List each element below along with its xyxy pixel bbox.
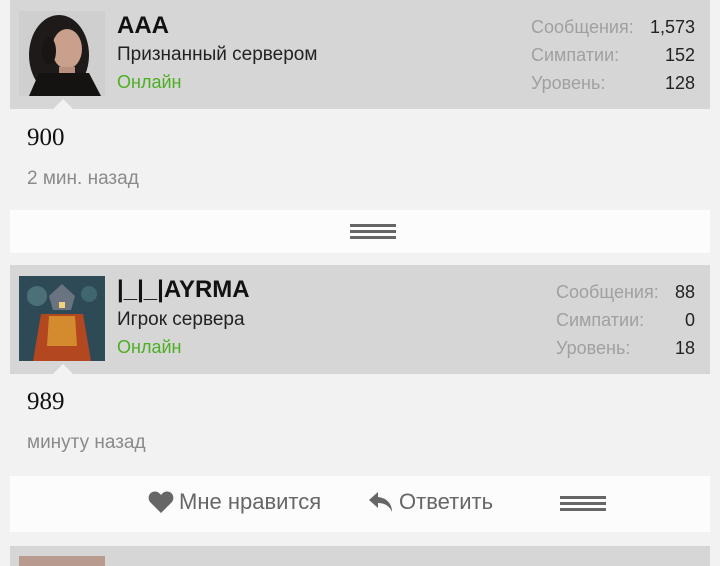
stat-value: 88 — [674, 282, 695, 302]
stat-label: Сообщения: — [556, 282, 659, 302]
stat-label: Симпатии: — [531, 45, 620, 65]
post-2-stats: Сообщения: 88 Симпатии: 0 Уровень: 18 — [556, 278, 695, 362]
like-label: Мне нравится — [179, 489, 322, 514]
post-1-stat-likes: Симпатии: 152 — [531, 41, 695, 69]
post-2-message: 989 — [27, 388, 65, 415]
post-2-username[interactable]: |_|_|AYRMA — [117, 276, 250, 304]
hamburger-menu-icon[interactable] — [560, 496, 606, 512]
post-2-stat-level: Уровень: 18 — [556, 334, 695, 362]
post-1-stats: Сообщения: 1,573 Симпатии: 152 Уровень: … — [531, 13, 695, 97]
post-3-header — [10, 546, 710, 566]
post-2-avatar-pointer — [52, 364, 74, 375]
reply-button[interactable]: Ответить — [368, 489, 493, 515]
stat-value: 1,573 — [649, 17, 695, 37]
post-1-user-title: Признанный сервером — [117, 44, 318, 65]
post-1-timestamp[interactable]: 2 мин. назад — [27, 168, 139, 190]
post-2-stat-messages: Сообщения: 88 — [556, 278, 695, 306]
stat-label: Уровень: — [531, 73, 606, 93]
post-3-avatar[interactable] — [19, 556, 105, 566]
post-1-avatar[interactable] — [19, 11, 105, 96]
post-1-action-bar — [10, 210, 710, 253]
stat-label: Сообщения: — [531, 17, 634, 37]
post-2-timestamp[interactable]: минуту назад — [27, 432, 146, 454]
post-1-online-status: Онлайн — [117, 72, 182, 92]
post-2-avatar[interactable] — [19, 276, 105, 361]
post-1-message: 900 — [27, 124, 65, 151]
post-2-header: |_|_|AYRMA Игрок сервера Онлайн Сообщени… — [10, 265, 710, 375]
post-2-stat-likes: Симпатии: 0 — [556, 306, 695, 334]
post-1-stat-messages: Сообщения: 1,573 — [531, 13, 695, 41]
post-1-stat-level: Уровень: 128 — [531, 69, 695, 97]
reply-arrow-icon — [369, 492, 392, 512]
reply-label: Ответить — [399, 489, 494, 514]
stat-value: 18 — [674, 338, 695, 358]
post-1-avatar-pointer — [52, 99, 74, 110]
post-2-user-title: Игрок сервера — [117, 309, 245, 330]
stat-value: 152 — [664, 45, 695, 65]
post-2-online-status: Онлайн — [117, 337, 182, 357]
heart-icon — [148, 491, 174, 513]
hamburger-menu-icon[interactable] — [350, 224, 396, 240]
like-button[interactable]: Мне нравится — [148, 489, 321, 515]
post-1-header: AAA Признанный сервером Онлайн Сообщения… — [10, 0, 710, 110]
post-1: AAA Признанный сервером Онлайн Сообщения… — [0, 0, 720, 110]
post-2-action-bar: Мне нравится Ответить — [10, 476, 710, 532]
stat-label: Симпатии: — [556, 310, 645, 330]
post-1-username[interactable]: AAA — [117, 12, 169, 40]
stat-value: 0 — [684, 310, 695, 330]
stat-label: Уровень: — [556, 338, 631, 358]
stat-value: 128 — [664, 73, 695, 93]
